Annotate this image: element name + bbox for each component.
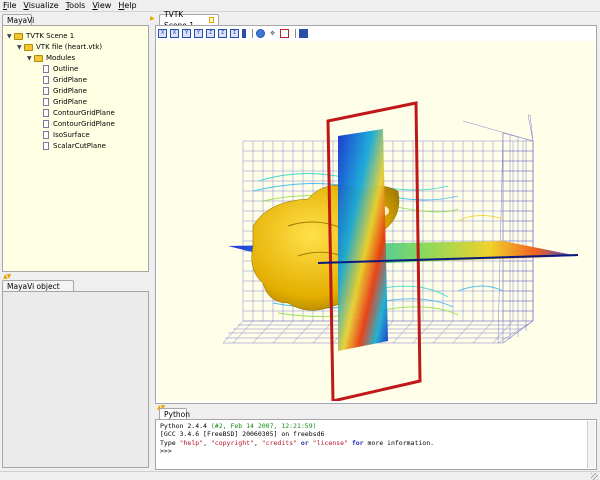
document-icon [43, 65, 49, 73]
grid-plane-right [462, 114, 534, 344]
tree-item-outline[interactable]: Outline [43, 64, 78, 74]
tab-python[interactable]: Python [159, 408, 190, 419]
menu-view[interactable]: View [92, 0, 111, 11]
tree-item-gridplane[interactable]: GridPlane [43, 86, 87, 96]
tree-item-label: Outline [53, 65, 79, 73]
document-icon [43, 87, 49, 95]
scene-container: X X Y Y Z Z I ✥ [155, 25, 597, 404]
view-x-positive-icon[interactable]: X [158, 28, 167, 38]
folder-icon [14, 32, 23, 40]
axes-icon[interactable] [256, 28, 265, 38]
view-z-positive-icon[interactable]: Z [206, 28, 215, 38]
status-bar [0, 471, 600, 480]
close-tab-icon[interactable] [208, 17, 214, 23]
fullscreen-icon[interactable]: ✥ [268, 28, 277, 38]
tree-item-label: GridPlane [53, 87, 87, 95]
folder-icon [24, 43, 33, 51]
tree-item-isosurface[interactable]: IsoSurface [43, 130, 90, 140]
tree-item-label: Modules [46, 54, 76, 62]
object-editor-area [2, 291, 149, 468]
document-icon [43, 98, 49, 106]
toolbar-separator [295, 28, 296, 38]
pipeline-panel: MayaVi ▼ TVTK Scene 1 ▼ VTK file (heart.… [2, 14, 149, 272]
view-z-negative-icon[interactable]: Z [218, 28, 227, 38]
expand-arrow-icon[interactable]: ▼ [17, 44, 24, 51]
folder-icon [34, 54, 43, 62]
view-y-negative-icon[interactable]: Y [194, 28, 203, 38]
splitter-arrows-icon[interactable]: ▶ [150, 15, 155, 22]
save-icon[interactable] [299, 28, 308, 38]
tab-tvtk-scene[interactable]: TVTK Scene 1 [159, 10, 219, 30]
tree-item-scene[interactable]: ▼ TVTK Scene 1 [7, 31, 74, 41]
tab-mayavi[interactable]: MayaVi [2, 14, 34, 25]
resize-grip-icon[interactable] [591, 473, 598, 480]
tree-item-contourgridplane[interactable]: ContourGridPlane [43, 108, 115, 118]
document-icon [43, 142, 49, 150]
console-prompt[interactable]: >>> [160, 447, 592, 455]
console-scrollbar[interactable] [587, 421, 595, 468]
scalar-cut-plane [338, 129, 388, 351]
document-icon [43, 109, 49, 117]
view-x-negative-icon[interactable]: X [170, 28, 179, 38]
object-editor-panel: MayaVi object editor [2, 280, 149, 468]
scene-panel: TVTK Scene 1 X X Y Y Z Z I ✥ [155, 10, 597, 404]
console-line: [GCC 3.4.6 [FreeBSD] 20060305] on freebs… [160, 430, 325, 439]
console-line: Python 2.4.4 (#2, Feb 14 2007, 12:21:59) [160, 422, 317, 430]
tab-object-editor[interactable]: MayaVi object editor [2, 280, 74, 302]
tree-item-scalarcutplane[interactable]: ScalarCutPlane [43, 141, 106, 151]
splitter-arrows-icon[interactable]: ▲▼ [3, 273, 11, 280]
tree-item-label: GridPlane [53, 76, 87, 84]
python-console[interactable]: Python 2.4.4 (#2, Feb 14 2007, 12:21:59)… [155, 419, 597, 470]
tree-item-label: ContourGridPlane [53, 109, 115, 117]
tree-item-label: ScalarCutPlane [53, 142, 106, 150]
3d-viewport[interactable] [158, 41, 594, 401]
menu-tools[interactable]: Tools [66, 0, 86, 11]
expand-arrow-icon[interactable]: ▼ [27, 55, 34, 62]
document-icon [43, 76, 49, 84]
tree-item-label: IsoSurface [53, 131, 90, 139]
tree-item-modules[interactable]: ▼ Modules [27, 53, 75, 63]
isometric-view-icon[interactable]: I [230, 28, 239, 38]
tree-item-label: VTK file (heart.vtk) [36, 43, 103, 51]
console-line: Type "help", "copyright", "credits" or "… [160, 438, 435, 447]
menu-file[interactable]: File [3, 0, 16, 11]
tree-item-contourgridplane[interactable]: ContourGridPlane [43, 119, 115, 129]
view-y-positive-icon[interactable]: Y [182, 28, 191, 38]
parallel-projection-icon[interactable] [242, 28, 246, 38]
document-icon [43, 120, 49, 128]
expand-arrow-icon[interactable]: ▼ [7, 33, 14, 40]
tree-item-label: GridPlane [53, 98, 87, 106]
scene-toolbar: X X Y Y Z Z I ✥ [158, 27, 311, 39]
menu-bar: File Visualize Tools View Help [0, 0, 600, 12]
tree-item-label: TVTK Scene 1 [26, 32, 75, 40]
tree-item-gridplane[interactable]: GridPlane [43, 97, 87, 107]
tree-item-label: ContourGridPlane [53, 120, 115, 128]
toolbar-separator [252, 28, 253, 38]
tree-item-vtk-file[interactable]: ▼ VTK file (heart.vtk) [17, 42, 102, 52]
tree-item-gridplane[interactable]: GridPlane [43, 75, 87, 85]
save-scene-icon[interactable] [280, 28, 289, 38]
menu-visualize[interactable]: Visualize [23, 0, 58, 11]
python-shell-panel: Python Python 2.4.4 (#2, Feb 14 2007, 12… [155, 408, 597, 470]
menu-help[interactable]: Help [118, 0, 136, 11]
scene-render[interactable] [158, 41, 594, 401]
pipeline-tree: ▼ TVTK Scene 1 ▼ VTK file (heart.vtk) ▼ … [2, 25, 149, 272]
document-icon [43, 131, 49, 139]
